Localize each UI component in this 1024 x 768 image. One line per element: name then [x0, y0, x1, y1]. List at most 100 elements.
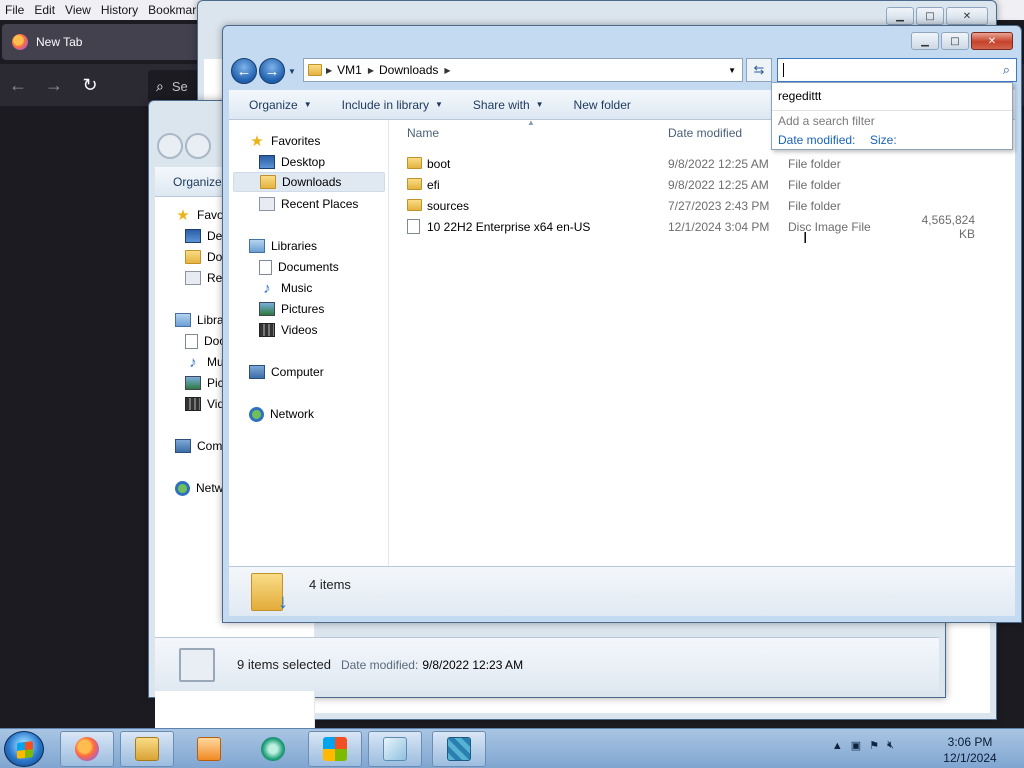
downloads-icon — [185, 250, 201, 264]
address-bar[interactable]: ▶ VM1 ▶ Downloads ▶ ▼ — [303, 58, 743, 82]
chevron-right-icon[interactable]: ▶ — [368, 66, 374, 75]
share-label: Share with — [472, 97, 530, 112]
nav-downloads[interactable]: Downloads — [233, 172, 385, 192]
close-icon[interactable]: ✕ — [971, 32, 1013, 50]
libraries-icon — [175, 313, 191, 327]
taskbar-media-player[interactable] — [182, 731, 236, 767]
videos-icon — [185, 397, 201, 411]
taskbar: ▲ ▣ ⚑ 🔇︎ 3:06 PM 12/1/2024 — [0, 728, 1024, 768]
nav-label: Libraries — [271, 239, 318, 253]
search-history-item[interactable]: regedittt — [778, 89, 821, 103]
back-button[interactable]: ← — [231, 58, 257, 84]
new-folder-button[interactable]: New folder — [574, 98, 631, 112]
details-pane: ↓ 4 items — [229, 566, 1015, 616]
maximize-icon[interactable]: □ — [916, 7, 944, 25]
nav-recent-places[interactable]: Recent Places — [259, 194, 358, 214]
nav-favorites[interactable]: Favo — [197, 208, 224, 222]
nav-label: Music — [281, 281, 313, 295]
filter-size[interactable]: Size: — [870, 133, 897, 147]
address-dropdown-icon[interactable]: ▼ — [728, 66, 736, 75]
column-header-date-modified[interactable]: Date modified — [668, 120, 742, 146]
menu-history[interactable]: History — [96, 3, 143, 17]
nav-favorites[interactable]: ★ Favorites — [249, 131, 320, 151]
add-search-filter-label: Add a search filter — [778, 114, 875, 128]
nav-documents[interactable]: Documents — [259, 257, 339, 277]
new-folder-label: New folder — [573, 97, 631, 112]
file-name: 10 22H2 Enterprise x64 en-US — [427, 219, 591, 234]
breadcrumb-downloads[interactable]: Downloads — [379, 63, 438, 77]
back-button[interactable] — [157, 133, 183, 159]
computer-icon — [249, 365, 265, 379]
nav-computer[interactable]: Computer — [249, 362, 324, 382]
nav-libraries[interactable]: Libra — [197, 313, 224, 327]
taskbar-regedit[interactable] — [432, 731, 486, 767]
forward-button[interactable]: → — [259, 58, 285, 84]
search-input[interactable]: ⌕ — [777, 58, 1017, 82]
recent-pages-dropdown-icon[interactable]: ▼ — [288, 67, 296, 76]
nav-network[interactable]: Netw — [196, 481, 223, 495]
nav-desktop[interactable]: Desktop — [259, 152, 325, 172]
column-label: Date modified — [668, 126, 743, 140]
minimize-icon[interactable]: ▁ — [911, 32, 939, 50]
file-row[interactable]: efi 9/8/2022 12:25 AM File folder — [407, 174, 1007, 195]
forward-arrow-icon[interactable]: → — [36, 70, 72, 100]
back-arrow-icon[interactable]: ← — [0, 70, 36, 100]
file-row[interactable]: 10 22H2 Enterprise x64 en-US 12/1/2024 3… — [407, 213, 1007, 241]
videos-icon — [259, 323, 275, 337]
recent-places-icon — [185, 271, 201, 285]
organize-button[interactable]: Organize ▼ — [249, 98, 312, 112]
file-name: boot — [427, 156, 451, 171]
nav-computer[interactable]: Com — [197, 439, 222, 453]
nav-videos[interactable]: Videos — [259, 320, 317, 340]
search-icon[interactable]: ⌕ — [1003, 62, 1010, 78]
chevron-right-icon[interactable]: ▶ — [326, 66, 332, 75]
folder-icon — [407, 199, 422, 211]
show-hidden-icons-icon[interactable]: ▲ — [832, 740, 843, 752]
maximize-icon[interactable]: □ — [941, 32, 969, 50]
breadcrumb-vm1[interactable]: VM1 — [337, 63, 362, 77]
search-icon: ⌕ — [156, 77, 164, 94]
refresh-button[interactable]: ⇆ — [746, 58, 772, 82]
menu-view[interactable]: View — [60, 3, 96, 17]
taskbar-notepad[interactable] — [368, 731, 422, 767]
share-with-button[interactable]: Share with ▼ — [473, 98, 544, 112]
firefox-tab[interactable]: New Tab — [2, 24, 202, 60]
start-button[interactable] — [4, 731, 44, 767]
network-icon — [249, 406, 264, 422]
explorer-body: ★ Favorites Desktop Downloads Recent Plac… — [229, 118, 1015, 566]
organize-button[interactable]: Organize — [173, 175, 222, 189]
close-icon[interactable]: ✕ — [946, 7, 988, 25]
menu-edit[interactable]: Edit — [29, 3, 60, 17]
taskbar-explorer[interactable] — [120, 731, 174, 767]
system-clock[interactable]: 3:06 PM 12/1/2024 — [940, 734, 1000, 766]
nav-network[interactable]: Network — [249, 404, 314, 424]
include-in-library-button[interactable]: Include in library ▼ — [342, 98, 443, 112]
network-tray-icon[interactable]: ▣ — [851, 739, 861, 752]
taskbar-windows-update[interactable] — [308, 731, 362, 767]
action-center-flag-icon[interactable]: ⚑ — [869, 739, 879, 752]
explorer-icon — [135, 737, 159, 761]
filter-date-modified[interactable]: Date modified: — [778, 133, 855, 147]
nav-libraries[interactable]: Libraries — [249, 236, 317, 256]
documents-icon — [259, 259, 272, 275]
volume-muted-icon[interactable]: 🔇︎ — [887, 739, 894, 752]
reload-icon[interactable]: ↻ — [72, 70, 108, 100]
notepad-icon — [383, 737, 407, 761]
chevron-right-icon[interactable]: ▶ — [444, 66, 450, 75]
chevron-down-icon: ▼ — [535, 100, 544, 109]
navigation-pane: ★ Favorites Desktop Downloads Recent Plac… — [229, 120, 389, 566]
taskbar-app[interactable] — [246, 731, 300, 767]
network-icon — [175, 480, 190, 496]
file-row[interactable]: boot 9/8/2022 12:25 AM File folder — [407, 153, 1007, 174]
forward-button[interactable] — [185, 133, 211, 159]
system-tray: ▲ ▣ ⚑ 🔇︎ — [824, 739, 894, 752]
column-header-name[interactable]: Name — [407, 120, 439, 146]
nav-pictures[interactable]: Pictures — [259, 299, 324, 319]
taskbar-firefox[interactable] — [60, 731, 114, 767]
file-type: Disc Image File — [788, 219, 871, 234]
date-modified-value: 9/8/2022 12:23 AM — [422, 657, 524, 672]
file-date: 12/1/2024 3:04 PM — [668, 219, 770, 234]
minimize-icon[interactable]: ▁ — [886, 7, 914, 25]
nav-music[interactable]: ♪ Music — [259, 278, 312, 298]
menu-file[interactable]: File — [0, 3, 29, 17]
